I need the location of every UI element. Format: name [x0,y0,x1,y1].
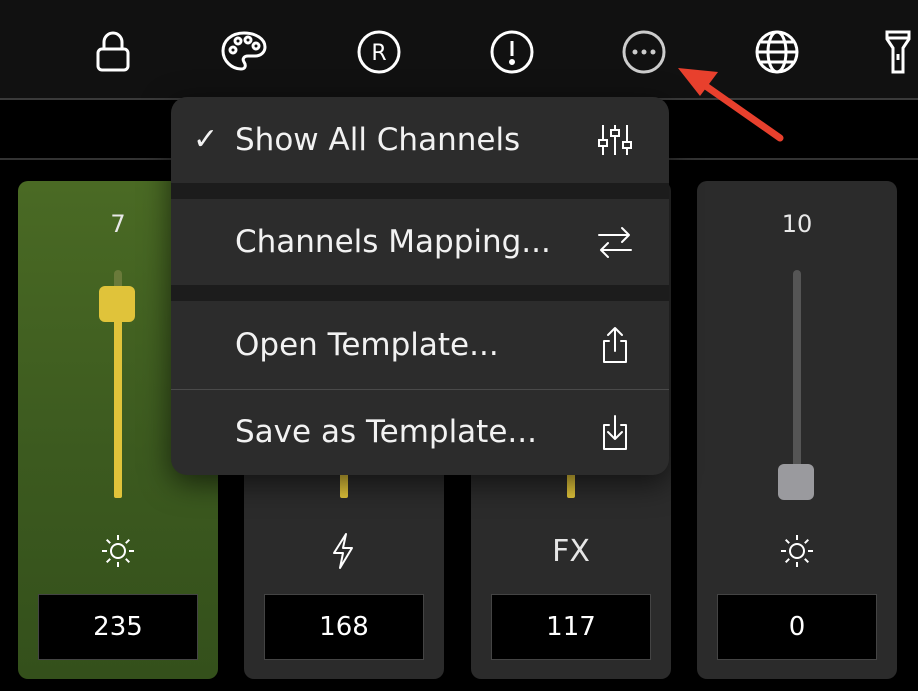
menu-item-label: Channels Mapping... [235,224,551,260]
exclamation-icon[interactable] [487,27,537,77]
channel-2-value[interactable]: 168 [264,594,424,660]
sun-icon [772,531,822,571]
more-menu: ✓ Show All Channels Channels Mapping... … [171,97,669,475]
sliders-icon [595,120,635,160]
menu-item-label: Save as Template... [235,414,537,450]
menu-separator [171,183,669,199]
registered-letter: R [371,41,386,66]
lock-icon[interactable] [88,27,138,77]
channel-4-slider-thumb[interactable] [778,464,814,500]
sun-icon [93,531,143,571]
menu-item-show-all-channels[interactable]: ✓ Show All Channels [171,97,669,183]
palette-icon[interactable] [219,27,269,77]
channel-1-value[interactable]: 235 [38,594,198,660]
flashlight-icon[interactable] [873,27,918,77]
menu-item-open-template[interactable]: Open Template... [171,301,669,389]
menu-item-label: Show All Channels [235,122,521,158]
channel-4-level: 10 [781,210,813,238]
download-icon [595,412,635,452]
channel-4-value[interactable]: 0 [717,594,877,660]
swap-arrows-icon [595,222,635,262]
menu-item-label: Open Template... [235,327,499,363]
menu-separator [171,285,669,301]
fx-label: FX [552,534,590,569]
menu-item-save-as-template[interactable]: Save as Template... [171,390,669,475]
share-icon [595,325,635,365]
menu-item-channels-mapping[interactable]: Channels Mapping... [171,199,669,285]
more-icon[interactable] [619,27,669,77]
annotation-arrow-icon [678,68,784,142]
bolt-icon [318,531,368,571]
channel-1-slider-fill [114,305,122,498]
checkmark-icon: ✓ [193,122,219,157]
registered-icon[interactable]: R [354,27,404,77]
channel-3-value[interactable]: 117 [491,594,651,660]
channel-1-slider-thumb[interactable] [99,286,135,322]
